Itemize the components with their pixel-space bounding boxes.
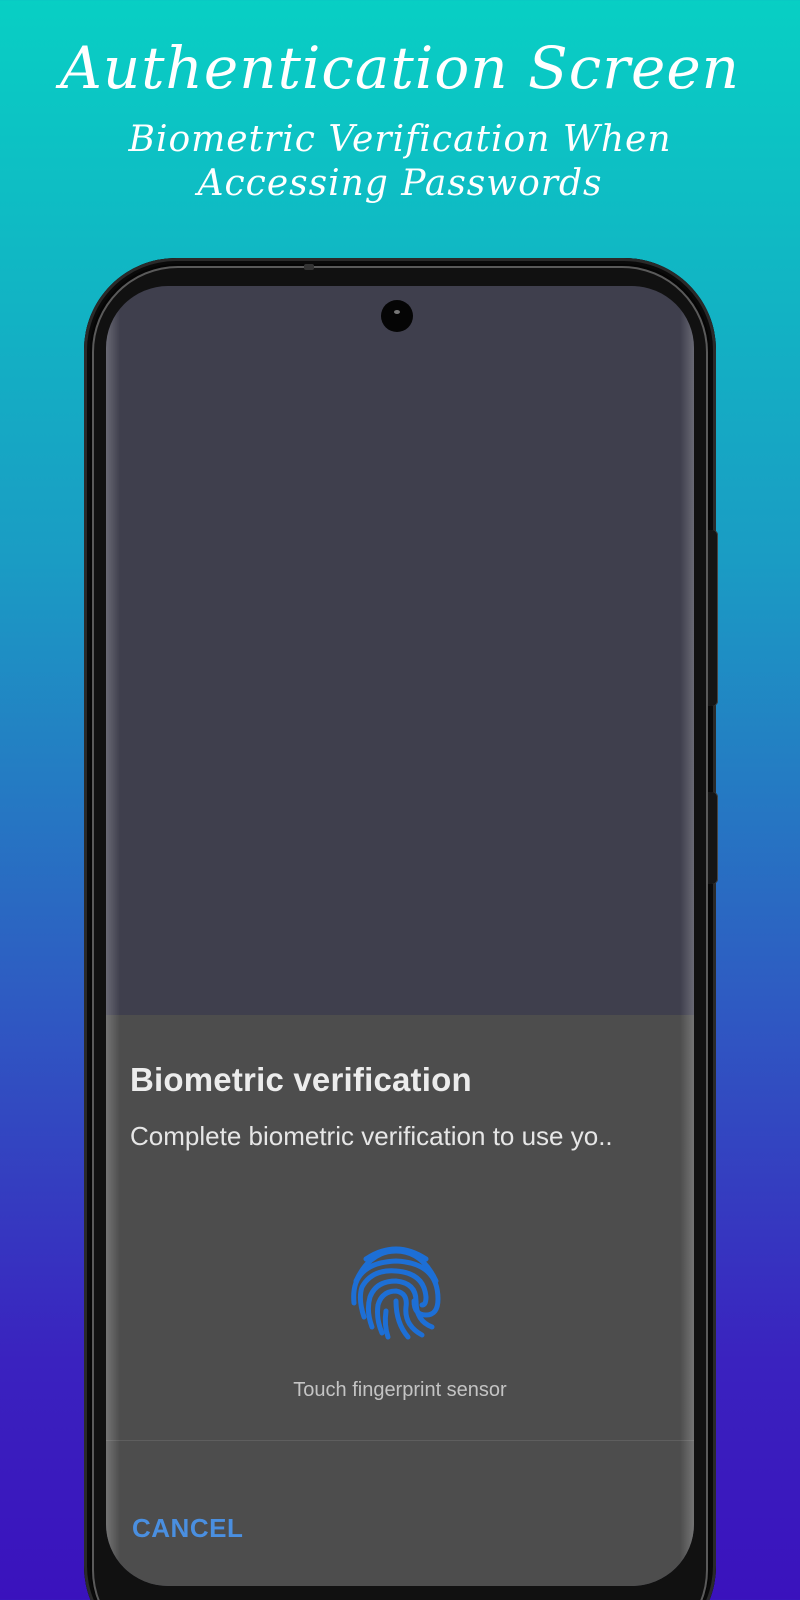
top-sensor	[304, 264, 314, 270]
fingerprint-icon[interactable]	[346, 1241, 446, 1341]
dialog-description: Complete biometric verification to use y…	[130, 1121, 613, 1151]
front-camera	[381, 300, 413, 332]
screen-edge-left	[106, 286, 120, 1586]
screen-edge-right	[680, 286, 694, 1586]
phone-screen: Biometric verification Complete biometri…	[106, 286, 694, 1586]
page-subtitle: Biometric Verification When Accessing Pa…	[128, 119, 672, 204]
biometric-dialog: Biometric verification Complete biometri…	[106, 1015, 694, 1586]
dialog-title: Biometric verification	[130, 1061, 472, 1098]
dialog-divider	[106, 1440, 694, 1441]
fingerprint-hint: Touch fingerprint sensor	[293, 1379, 507, 1401]
page-title: Authentication Screen	[59, 34, 740, 102]
power-button	[708, 530, 718, 706]
volume-button	[708, 792, 718, 884]
cancel-button[interactable]: CANCEL	[130, 1505, 245, 1552]
